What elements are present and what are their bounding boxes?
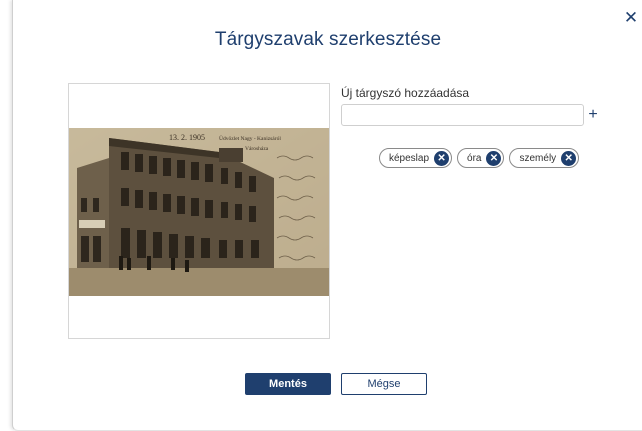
remove-icon[interactable]: ✕ [434, 150, 450, 166]
handwriting-text: 13. 2. 1905 [169, 133, 205, 142]
tag-chip: óra ✕ [457, 148, 505, 168]
new-keyword-input[interactable] [341, 104, 584, 126]
tag-chip: személy ✕ [509, 148, 580, 168]
new-keyword-label: Új tárgyszó hozzáadása [341, 86, 470, 100]
remove-icon[interactable]: ✕ [561, 150, 577, 166]
close-icon[interactable]: ✕ [622, 9, 640, 27]
tag-label: képeslap [389, 152, 430, 164]
cancel-button[interactable]: Mégse [341, 373, 427, 395]
postcard-image: 13. 2. 1905 Üdvözlet Nagy - Kanizsáról V… [69, 128, 329, 296]
keyword-edit-dialog: Tárgyszavak szerkesztése ✕ 13. 2. 1905 Ü… [12, 0, 642, 431]
tag-chip: képeslap ✕ [379, 148, 453, 168]
tag-label: óra [467, 152, 482, 164]
remove-icon[interactable]: ✕ [486, 150, 502, 166]
add-keyword-button[interactable]: + [586, 104, 600, 126]
postcard-caption: Üdvözlet Nagy - Kanizsáról [219, 135, 281, 142]
save-button[interactable]: Mentés [245, 373, 331, 395]
tag-label: személy [519, 152, 557, 164]
tag-list: képeslap ✕ óra ✕ személy ✕ [379, 148, 580, 170]
image-preview: 13. 2. 1905 Üdvözlet Nagy - Kanizsáról V… [68, 83, 330, 339]
postcard-subcaption: Városháza [245, 146, 269, 152]
dialog-title: Tárgyszavak szerkesztése [214, 29, 442, 50]
